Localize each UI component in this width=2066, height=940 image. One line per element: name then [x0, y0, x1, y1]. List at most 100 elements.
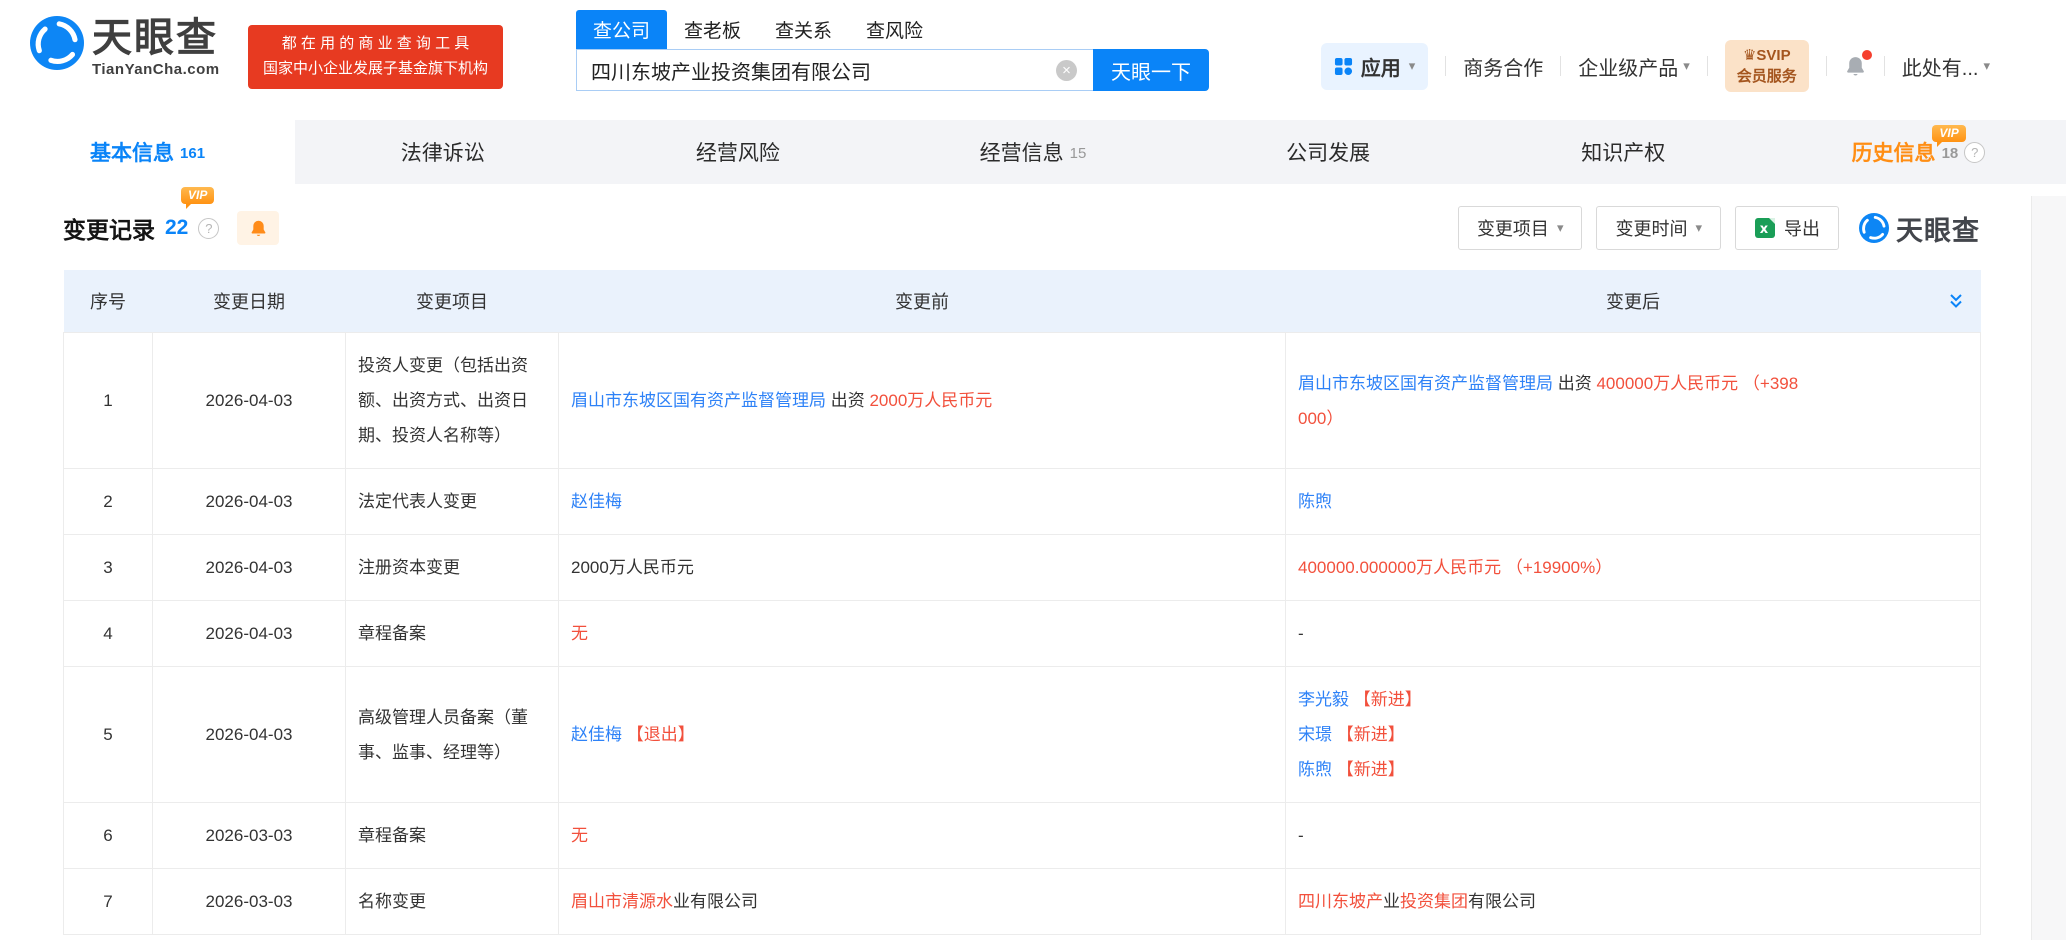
search-tab-3[interactable]: 查风险: [849, 10, 940, 49]
cell-after: -: [1286, 601, 1981, 667]
entity-link[interactable]: 眉山市东坡区国有资产监督管理局: [571, 391, 826, 410]
page-tab-0[interactable]: 基本信息161: [0, 120, 295, 184]
export-button[interactable]: x 导出: [1735, 206, 1839, 250]
divider: [1445, 56, 1446, 76]
entity-link[interactable]: 李光毅: [1298, 690, 1349, 709]
tianyancha-logo-icon: [1859, 213, 1889, 243]
cell-change-item: 高级管理人员备案（董事、监事、经理等）: [346, 667, 559, 803]
svip-membership-badge[interactable]: ♛SVIP 会员服务: [1725, 40, 1809, 92]
tab-label: 知识产权: [1581, 137, 1665, 167]
search-tabs: 查公司查老板查关系查风险: [576, 10, 1209, 49]
entity-link[interactable]: 陈煦: [1298, 492, 1332, 511]
cell-change-item: 法定代表人变更: [346, 469, 559, 535]
tab-label: 经营信息: [980, 137, 1064, 167]
crown-icon: ♛: [1743, 47, 1756, 64]
entity-link[interactable]: 赵佳梅: [571, 725, 622, 744]
svg-text:x: x: [1760, 222, 1769, 237]
column-header-0: 序号: [64, 270, 153, 333]
section-title-block: VIP 变更记录 22 ?: [63, 211, 279, 245]
tianyancha-logo-icon: [30, 16, 84, 75]
help-icon[interactable]: ?: [198, 218, 219, 239]
changed-value: 无: [571, 624, 588, 643]
cell-change-item: 注册资本变更: [346, 535, 559, 601]
brand-domain: TianYanCha.com: [92, 61, 220, 78]
cell-text: 出资: [1553, 374, 1596, 393]
cell-change-date: 2026-04-03: [153, 535, 346, 601]
changed-value: 投资集团: [1400, 892, 1468, 911]
column-header-1: 变更日期: [153, 270, 346, 333]
cell-before: 2000万人民币元: [559, 535, 1286, 601]
tab-label: 基本信息: [90, 137, 174, 167]
cell-change-date: 2026-04-03: [153, 469, 346, 535]
search-input[interactable]: [576, 49, 1093, 91]
cell-change-item: 章程备案: [346, 803, 559, 869]
search-box: × 天眼一下: [576, 49, 1209, 91]
page-tab-3[interactable]: 经营信息 15: [885, 120, 1180, 184]
cell-before: 赵佳梅 【退出】: [559, 667, 1286, 803]
page-tab-5[interactable]: 知识产权: [1476, 120, 1771, 184]
apps-menu[interactable]: 应用 ▾: [1321, 43, 1429, 90]
table-header-row: 序号变更日期变更项目变更前变更后: [64, 270, 1981, 333]
page-tab-1[interactable]: 法律诉讼: [295, 120, 590, 184]
table-row: 12026-04-03投资人变更（包括出资额、出资方式、出资日期、投资人名称等）…: [64, 333, 1981, 469]
entity-link[interactable]: 陈煦: [1298, 760, 1332, 779]
notifications-bell[interactable]: [1844, 55, 1867, 78]
entity-link[interactable]: 宋璟: [1298, 725, 1332, 744]
cell-after: 李光毅 【新进】宋璟 【新进】陈煦 【新进】: [1286, 667, 1981, 803]
table-row: 22026-04-03法定代表人变更赵佳梅陈煦: [64, 469, 1981, 535]
nav-business-cooperation[interactable]: 商务合作: [1463, 52, 1543, 81]
changed-value: 000）: [1298, 409, 1343, 428]
monitor-bell-button[interactable]: [237, 211, 279, 245]
search-button[interactable]: 天眼一下: [1093, 49, 1209, 91]
divider: [1560, 56, 1561, 76]
search-tab-1[interactable]: 查老板: [667, 10, 758, 49]
filter-change-item-button[interactable]: 变更项目 ▾: [1458, 206, 1583, 250]
tab-label: 法律诉讼: [401, 137, 485, 167]
collapse-double-chevron-icon[interactable]: [1947, 292, 1965, 310]
apps-label: 应用: [1361, 52, 1401, 81]
brand-slogan: 都 在 用 的 商 业 查 询 工 具 国家中小企业发展子基金旗下机构: [248, 25, 503, 89]
help-icon[interactable]: ?: [1964, 142, 1985, 163]
nav-enterprise-products[interactable]: 企业级产品 ▾: [1578, 52, 1690, 81]
changed-value: 【新进】: [1354, 690, 1422, 709]
cell-before: 眉山市东坡区国有资产监督管理局 出资 2000万人民币元: [559, 333, 1286, 469]
filter-change-time-button[interactable]: 变更时间 ▾: [1596, 206, 1721, 250]
cell-change-date: 2026-03-03: [153, 803, 346, 869]
clear-search-icon[interactable]: ×: [1056, 60, 1077, 81]
page-tab-4[interactable]: 公司发展: [1181, 120, 1476, 184]
divider: [1826, 56, 1827, 76]
page-tab-6[interactable]: 历史信息18VIP?: [1771, 120, 2066, 184]
cell-text: -: [1298, 826, 1304, 845]
tianyancha-logo[interactable]: 天眼查 TianYanCha.com: [30, 16, 220, 78]
cell-after: 400000.000000万人民币元 （+19900%）: [1286, 535, 1981, 601]
divider: [1884, 56, 1885, 76]
cell-text: 有限公司: [1468, 892, 1536, 911]
tab-count: 15: [1070, 145, 1087, 162]
tianyancha-watermark: 天眼查: [1859, 209, 1980, 248]
section-title: 变更记录: [63, 211, 155, 245]
cell-after: 眉山市东坡区国有资产监督管理局 出资 400000万人民币元 （+398 000）: [1286, 333, 1981, 469]
cell-seq: 4: [64, 601, 153, 667]
entity-link[interactable]: 眉山市东坡区国有资产监督管理局: [1298, 374, 1553, 393]
account-menu[interactable]: 此处有... ▾: [1902, 52, 1990, 81]
cell-change-date: 2026-04-03: [153, 333, 346, 469]
changed-value: 400000.000000万人民币元 （+19900%）: [1298, 558, 1612, 577]
cell-after: 陈煦: [1286, 469, 1981, 535]
cell-text: 业: [1383, 892, 1400, 911]
cell-seq: 5: [64, 667, 153, 803]
search-tab-2[interactable]: 查关系: [758, 10, 849, 49]
search-tab-0[interactable]: 查公司: [576, 10, 667, 49]
table-row: 72026-03-03名称变更眉山市清源水业有限公司四川东坡产业投资集团有限公司: [64, 869, 1981, 935]
page-tab-2[interactable]: 经营风险: [590, 120, 885, 184]
cell-change-date: 2026-04-03: [153, 601, 346, 667]
tab-label: 经营风险: [696, 137, 780, 167]
section-header: VIP 变更记录 22 ? 变更项目 ▾ 变更时间 ▾: [63, 206, 1980, 250]
changed-value: 400000万人民币元 （+398: [1596, 374, 1798, 393]
changed-value: 2000万人民币元: [869, 391, 992, 410]
cell-change-date: 2026-03-03: [153, 869, 346, 935]
chevron-down-icon: ▾: [1683, 58, 1690, 74]
entity-link[interactable]: 赵佳梅: [571, 492, 622, 511]
site-header: 天眼查 TianYanCha.com 都 在 用 的 商 业 查 询 工 具 国…: [0, 0, 2066, 120]
cell-change-item: 章程备案: [346, 601, 559, 667]
changed-value: 【新进】: [1337, 760, 1405, 779]
